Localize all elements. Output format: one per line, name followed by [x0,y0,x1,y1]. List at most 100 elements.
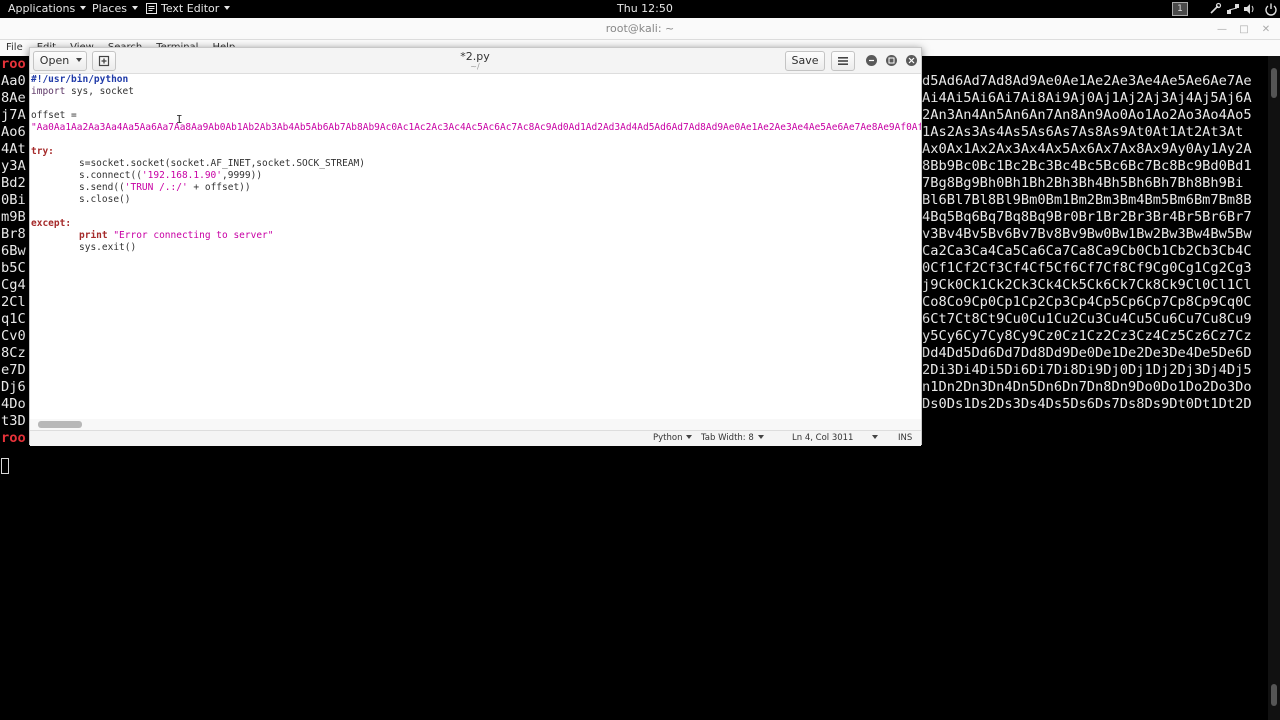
terminal-line: Ca2Ca3Ca4Ca5Ca6Ca7Ca8Ca9Cb0Cb1Cb2Cb3Cb4C [922,243,1252,259]
terminal-line: n1Dn2Dn3Dn4Dn5Dn6Dn7Dn8Dn9Do0Do1Do2Do3Do [922,379,1252,395]
tab-width-selector[interactable]: Tab Width: 8 [701,431,764,446]
open-label: Open [39,54,70,67]
menu-file[interactable]: File [6,42,23,53]
terminal-title: root@kali: ~ [605,22,675,35]
code-line-1: #!/usr/bin/python [31,74,128,86]
chevron-down-icon [224,6,231,10]
text-editor-icon [146,2,157,14]
try-keyword: try: [31,146,54,157]
hamburger-menu-button[interactable] [831,51,855,71]
hamburger-icon [838,57,848,65]
terminal-line: t3D [1,413,26,429]
shebang-text: #!/usr/bin/python [31,74,129,85]
text-editor-window[interactable]: Open *2.py ~/ Save #!/usr/bin/python imp… [29,47,922,446]
tab-width-label: Tab Width: 8 [701,433,754,443]
terminal-line: 2Cl [1,294,26,310]
terminal-prompt: roo [1,430,26,446]
connect-call: s.connect(( [79,170,142,181]
terminal-cursor [1,458,9,474]
code-line-5: "Aa0Aa1Aa2Aa3Aa4Aa5Aa6Aa7Aa8Aa9Ab0Ab1Ab2… [31,122,921,134]
tools-icon[interactable] [1208,2,1222,16]
terminal-line: Ao6 [1,124,26,140]
scrollbar-thumb[interactable] [1271,68,1277,98]
terminal-line: Dd4Dd5Dd6Dd7Dd8Dd9De0De1De2De3De4De5De6D [922,345,1252,361]
exit-call: sys.exit() [79,242,137,253]
new-document-button[interactable] [92,51,116,71]
terminal-line: Cv0 [1,328,26,344]
code-line-9: s.connect(('192.168.1.90',9999)) [79,170,262,182]
terminal-line: 0Cf1Cf2Cf3Cf4Cf5Cf6Cf7Cf8Cf9Cg0Cg1Cg2Cg3 [922,260,1252,276]
import-modules: sys, socket [65,86,134,97]
chevron-down-icon [757,434,764,439]
open-button[interactable]: Open [33,51,87,71]
editor-headerbar[interactable]: Open *2.py ~/ Save [30,48,921,74]
terminal-line: 8Ae [1,90,26,106]
terminal-line: Bd2 [1,175,26,191]
places-menu[interactable]: Places [92,0,138,18]
terminal-line: 4Do [1,396,26,412]
workspace-indicator[interactable]: 1 [1172,2,1188,16]
position-dropdown[interactable] [868,431,878,446]
minimize-icon[interactable]: — [1214,19,1230,41]
chevron-down-icon [131,6,138,10]
applications-menu[interactable]: Applications [8,0,87,18]
editor-statusbar: Python Tab Width: 8 Ln 4, Col 3011 INS [30,430,921,446]
save-button[interactable]: Save [785,51,825,71]
insert-mode-indicator[interactable]: INS [898,431,912,446]
close-icon[interactable]: ✕ [1258,19,1274,41]
code-editor[interactable]: #!/usr/bin/python import sys, socket off… [30,74,921,419]
terminal-line: Ds0Ds1Ds2Ds3Ds4Ds5Ds6Ds7Ds8Ds9Dt0Dt1Dt2D [922,396,1252,412]
terminal-line: q1C [1,311,26,327]
scrollbar-thumb-bottom[interactable] [1271,684,1277,706]
cursor-position-selector[interactable]: Ln 4, Col 3011 [792,431,853,446]
clock[interactable]: Thu 12:50 [617,0,673,18]
text-editor-label: Text Editor [161,2,220,15]
terminal-line: 7Bg8Bg9Bh0Bh1Bh2Bh3Bh4Bh5Bh6Bh7Bh8Bh9Bi [922,175,1244,191]
offset-declaration: offset = [31,110,77,121]
terminal-titlebar[interactable]: root@kali: ~ — □ ✕ [0,18,1280,40]
print-keyword: print [79,230,108,241]
terminal-line: Dj6 [1,379,26,395]
close-call: s.close() [79,194,131,205]
terminal-line: Co8Co9Cp0Cp1Cp2Cp3Cp4Cp5Cp6Cp7Cp8Cp9Cq0C [922,294,1252,310]
terminal-line: 8Bb9Bc0Bc1Bc2Bc3Bc4Bc5Bc6Bc7Bc8Bc9Bd0Bd1 [922,158,1252,174]
terminal-line: Aa0 [1,73,26,89]
power-icon[interactable] [1264,2,1278,16]
terminal-line: 2An3An4An5An6An7An8An9Ao0Ao1Ao2Ao3Ao4Ao5 [922,107,1252,123]
maximize-icon[interactable] [886,55,897,66]
close-icon[interactable] [906,55,917,66]
terminal-line: Cg4 [1,277,26,293]
code-line-2: import sys, socket [31,86,134,98]
chevron-down-icon [872,434,878,439]
language-label: Python [653,433,683,443]
terminal-line: Bl6Bl7Bl8Bl9Bm0Bm1Bm2Bm3Bm4Bm5Bm6Bm7Bm8B [922,192,1252,208]
error-string: "Error connecting to server" [107,230,274,241]
horizontal-scrollbar[interactable] [38,421,82,428]
top-bar: Applications Places Text Editor Thu 12:5… [0,0,1280,18]
code-line-7: try: [31,146,54,158]
terminal-line: 4Bq5Bq6Bq7Bq8Bq9Br0Br1Br2Br3Br4Br5Br6Br7 [922,209,1252,225]
maximize-icon[interactable]: □ [1236,19,1252,41]
terminal-line: 2Di3Di4Di5Di6Di7Di8Di9Dj0Dj1Dj2Dj3Dj4Dj5 [922,362,1252,378]
cursor-position-label: Ln 4, Col 3011 [792,433,854,443]
terminal-scrollbar[interactable] [1268,56,1280,720]
ip-string: '192.168.1.90' [141,170,222,181]
terminal-line: j9Ck0Ck1Ck2Ck3Ck4Ck5Ck6Ck7Ck8Ck9Cl0Cl1Cl [922,277,1252,293]
terminal-line: b5C [1,260,26,276]
import-keyword: import [31,86,66,97]
offset-string: "Aa0Aa1Aa2Aa3Aa4Aa5Aa6Aa7Aa8Aa9Ab0Ab1Ab2… [31,122,921,133]
applications-label: Applications [8,2,76,15]
language-selector[interactable]: Python [653,431,693,446]
text-editor-app-menu[interactable]: Text Editor [146,0,231,18]
network-icon[interactable] [1226,2,1240,16]
terminal-line: Ax0Ax1Ax2Ax3Ax4Ax5Ax6Ax7Ax8Ax9Ay0Ay1Ay2A [922,141,1252,157]
volume-icon[interactable] [1242,2,1256,16]
terminal-line: y3A [1,158,26,174]
terminal-line: v3Bv4Bv5Bv6Bv7Bv8Bv9Bw0Bw1Bw2Bw3Bw4Bw5Bw [922,226,1252,242]
terminal-line: Br8 [1,226,26,242]
except-keyword: except: [31,218,72,229]
code-line-13: except: [31,218,71,230]
terminal-line: 6Ct7Ct8Ct9Cu0Cu1Cu2Cu3Cu4Cu5Cu6Cu7Cu8Cu9 [922,311,1252,327]
places-label: Places [92,2,127,15]
minimize-icon[interactable] [866,55,877,66]
